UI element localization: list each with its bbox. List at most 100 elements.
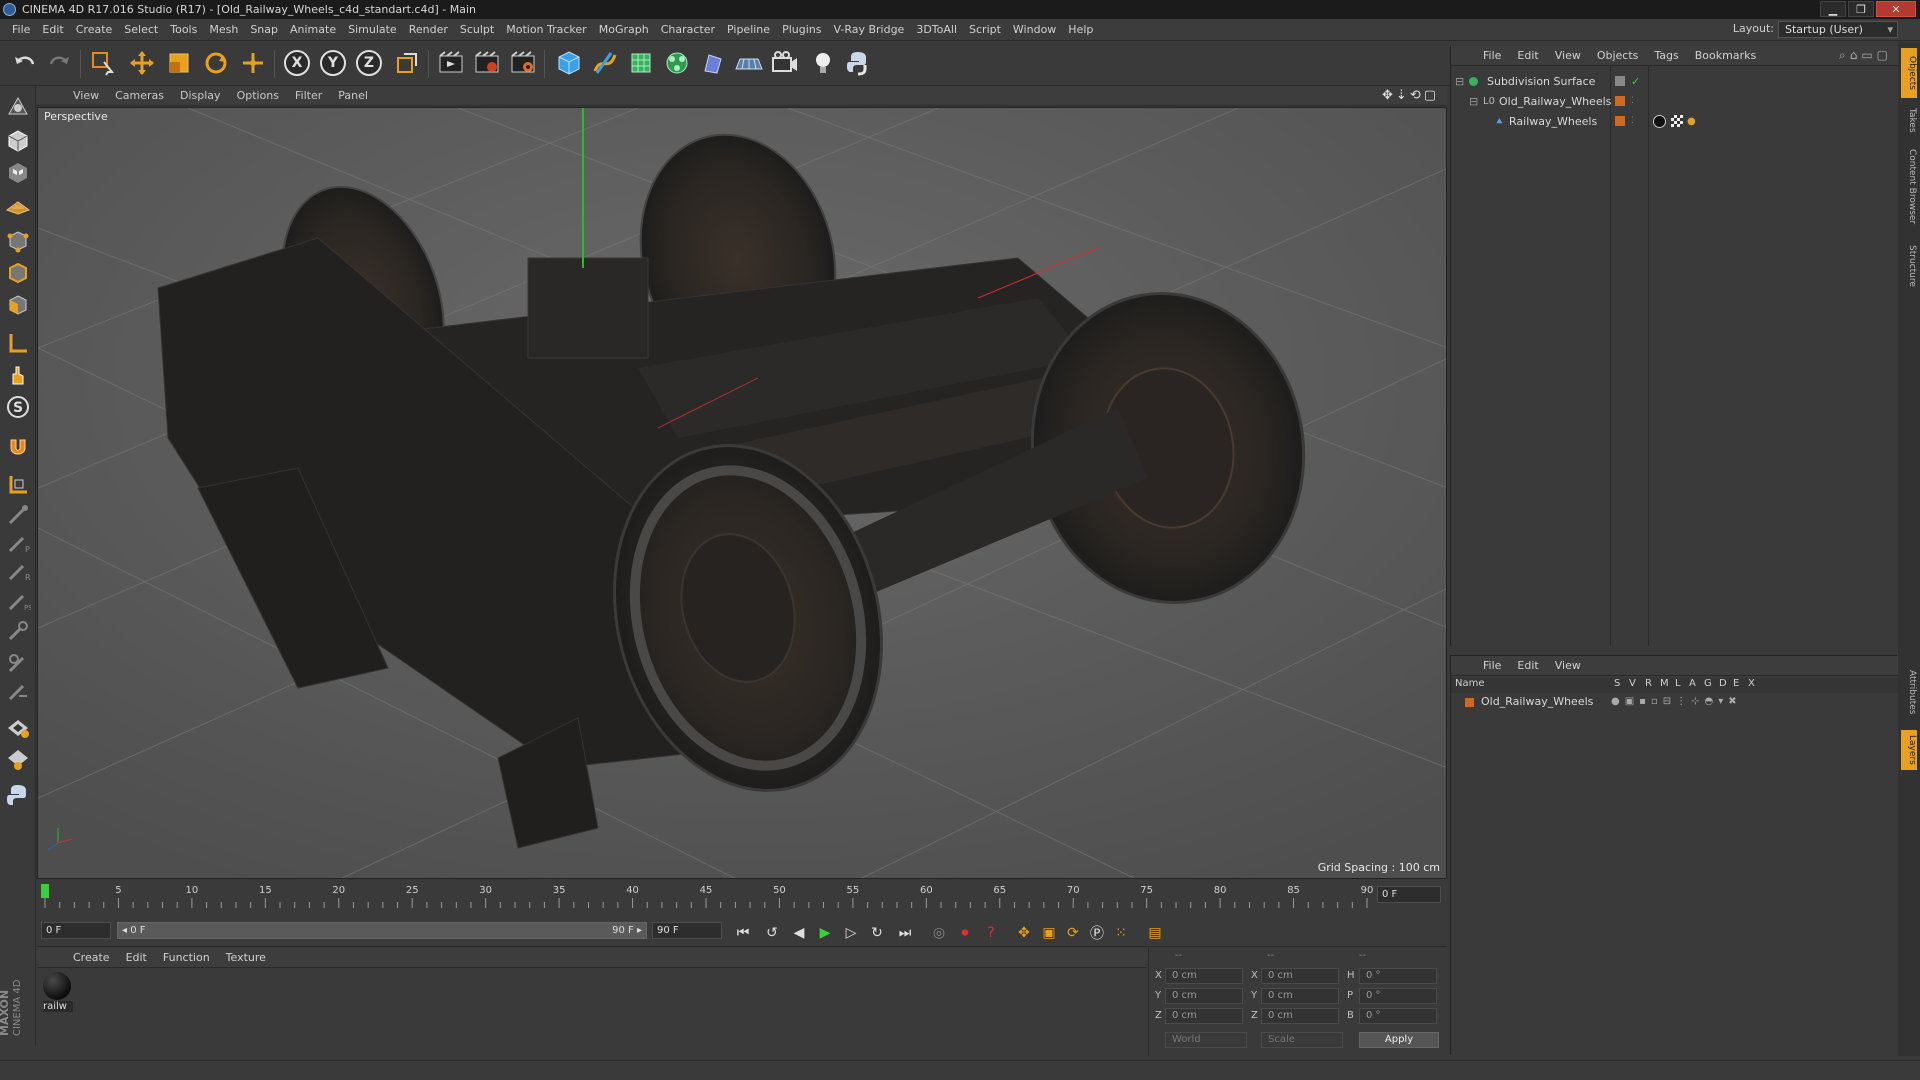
object-row-old-railway-wheels[interactable]: ⊟ L0 Old_Railway_Wheels ⁚ [1451, 92, 1898, 111]
menu-script[interactable]: Script [963, 23, 1007, 36]
cube-object-icon[interactable] [554, 48, 584, 78]
polygons-mode-icon[interactable] [3, 290, 33, 320]
render-picture-viewer-icon[interactable] [472, 48, 502, 78]
playhead-marker[interactable] [41, 884, 49, 898]
light-icon[interactable] [808, 48, 838, 78]
layers-menu-file[interactable]: File [1475, 659, 1509, 672]
menu-file[interactable]: File [6, 23, 36, 36]
menu-animate[interactable]: Animate [284, 23, 342, 36]
sculpt-brush-5-icon[interactable] [3, 616, 33, 646]
python-console-icon[interactable] [3, 780, 33, 810]
sculpt-brush-7-icon[interactable] [3, 676, 33, 706]
objects-menu-objects[interactable]: Objects [1589, 49, 1647, 62]
make-editable-icon[interactable] [3, 92, 33, 122]
key-position-icon[interactable]: ✥ [1012, 921, 1036, 945]
subdivision-surface-icon[interactable] [626, 48, 656, 78]
material-menu-create[interactable]: Create [65, 951, 118, 964]
next-frame-icon[interactable]: ▷ [839, 921, 863, 945]
x-axis-lock-button[interactable]: X [282, 48, 312, 78]
paint-uv-icon[interactable] [3, 712, 33, 742]
tab-structure[interactable]: Structure [1901, 238, 1917, 294]
previous-key-icon[interactable]: ↺ [760, 921, 784, 945]
layer-color-icon[interactable] [1615, 96, 1625, 106]
pos-z-field[interactable]: 0 cm [1165, 1008, 1243, 1024]
material-tag-icon[interactable] [1653, 115, 1666, 128]
viewport-menu-options[interactable]: Options [229, 89, 287, 102]
locked-workplane-icon[interactable] [3, 470, 33, 500]
workplane-mode-icon[interactable] [3, 190, 33, 220]
start-frame-field[interactable]: 0 F [41, 922, 111, 939]
tweak-mode-icon[interactable] [3, 360, 33, 390]
texture-mode-icon[interactable] [3, 158, 33, 188]
record-keys-icon[interactable]: ◎ [927, 921, 951, 945]
render-settings-icon[interactable] [508, 48, 538, 78]
key-scale-icon[interactable]: ▣ [1037, 921, 1061, 945]
size-mode-dropdown[interactable]: Scale [1261, 1032, 1343, 1048]
menu-tools[interactable]: Tools [164, 23, 203, 36]
menu-help[interactable]: Help [1062, 23, 1099, 36]
expand-toggle-icon[interactable]: ⊟ [1455, 72, 1464, 91]
next-key-icon[interactable]: ↻ [865, 921, 889, 945]
close-button[interactable]: ✕ [1876, 1, 1916, 17]
timeline-ruler[interactable]: 051015202530354045505560657075808590 0 F [37, 880, 1447, 914]
recent-tool-icon[interactable] [238, 48, 268, 78]
material-menu-texture[interactable]: Texture [218, 951, 274, 964]
tab-content-browser[interactable]: Content Browser [1901, 142, 1917, 232]
viewport-menu-panel[interactable]: Panel [330, 89, 376, 102]
keyframe-selection-icon[interactable]: ? [979, 921, 1003, 945]
menu-sculpt[interactable]: Sculpt [454, 23, 500, 36]
objects-menu-file[interactable]: File [1475, 49, 1509, 62]
pen-spline-icon[interactable] [590, 48, 620, 78]
paint-brush-icon[interactable] [3, 744, 33, 774]
redo-icon[interactable] [44, 48, 74, 78]
move-tool-icon[interactable] [127, 48, 157, 78]
menu-mesh[interactable]: Mesh [203, 23, 244, 36]
play-icon[interactable]: ▶ [813, 921, 837, 945]
minimize-button[interactable]: ▁ [1820, 1, 1846, 17]
deformer-icon[interactable] [698, 48, 728, 78]
tab-layers[interactable]: Layers [1901, 730, 1917, 770]
layers-menu-view[interactable]: View [1547, 659, 1589, 672]
sculpt-brush-1-icon[interactable] [3, 500, 33, 530]
sculpt-brush-2-icon[interactable]: P [3, 528, 33, 558]
goto-end-icon[interactable]: ⏭ [893, 921, 917, 945]
viewport-camera-label[interactable]: Perspective [44, 110, 108, 123]
frame-range-slider[interactable]: ◂ 0 F 90 F ▸ [117, 922, 647, 939]
live-selection-icon[interactable] [88, 48, 118, 78]
previous-frame-icon[interactable]: ◀ [787, 921, 811, 945]
points-mode-icon[interactable] [3, 226, 33, 256]
menu-render[interactable]: Render [403, 23, 454, 36]
layer-color-swatch[interactable] [1465, 698, 1474, 707]
autokey-icon[interactable]: ⏺ [953, 921, 977, 945]
menu-create[interactable]: Create [70, 23, 119, 36]
axis-mode-icon[interactable] [3, 328, 33, 358]
menu-edit[interactable]: Edit [36, 23, 69, 36]
menu-3dtoall[interactable]: 3DToAll [910, 23, 963, 36]
model-mode-icon[interactable] [3, 126, 33, 156]
pos-x-field[interactable]: 0 cm [1165, 968, 1243, 984]
menu-select[interactable]: Select [118, 23, 164, 36]
object-row-subdivision-surface[interactable]: ⊟ Subdivision Surface ✓ [1451, 72, 1898, 91]
menu-motion-tracker[interactable]: Motion Tracker [500, 23, 592, 36]
sculpt-brush-4-icon[interactable]: PS [3, 586, 33, 616]
tab-objects[interactable]: Objects [1901, 48, 1917, 98]
viewport-menu-filter[interactable]: Filter [287, 89, 330, 102]
object-dots-icon[interactable]: ⁚ [1631, 92, 1634, 111]
current-frame-field[interactable]: 0 F [1377, 886, 1441, 903]
scale-tool-icon[interactable] [164, 48, 194, 78]
menu-window[interactable]: Window [1007, 23, 1062, 36]
viewport-nav-icons[interactable]: ✥⇣⟲▢ [1382, 88, 1439, 103]
objects-menu-bookmarks[interactable]: Bookmarks [1687, 49, 1764, 62]
key-rotation-icon[interactable]: ⟳ [1061, 921, 1085, 945]
rot-p-field[interactable]: 0 ° [1359, 988, 1437, 1004]
object-visibility-icon[interactable] [1615, 76, 1625, 86]
cloner-mograph-icon[interactable] [662, 48, 692, 78]
layer-toggle-icons[interactable]: ●▣▪▫⊟⋮⊹◓▾✖ [1611, 694, 1742, 710]
layout-dropdown[interactable]: Startup (User) [1778, 21, 1898, 38]
material-menu-function[interactable]: Function [155, 951, 218, 964]
key-pointlevel-icon[interactable]: ⁙ [1109, 921, 1133, 945]
3d-viewport[interactable]: Perspective Grid Spacing : 100 cm [37, 107, 1447, 879]
pos-y-field[interactable]: 0 cm [1165, 988, 1243, 1004]
menu-snap[interactable]: Snap [244, 23, 284, 36]
material-swatch[interactable]: railw [43, 972, 73, 1014]
